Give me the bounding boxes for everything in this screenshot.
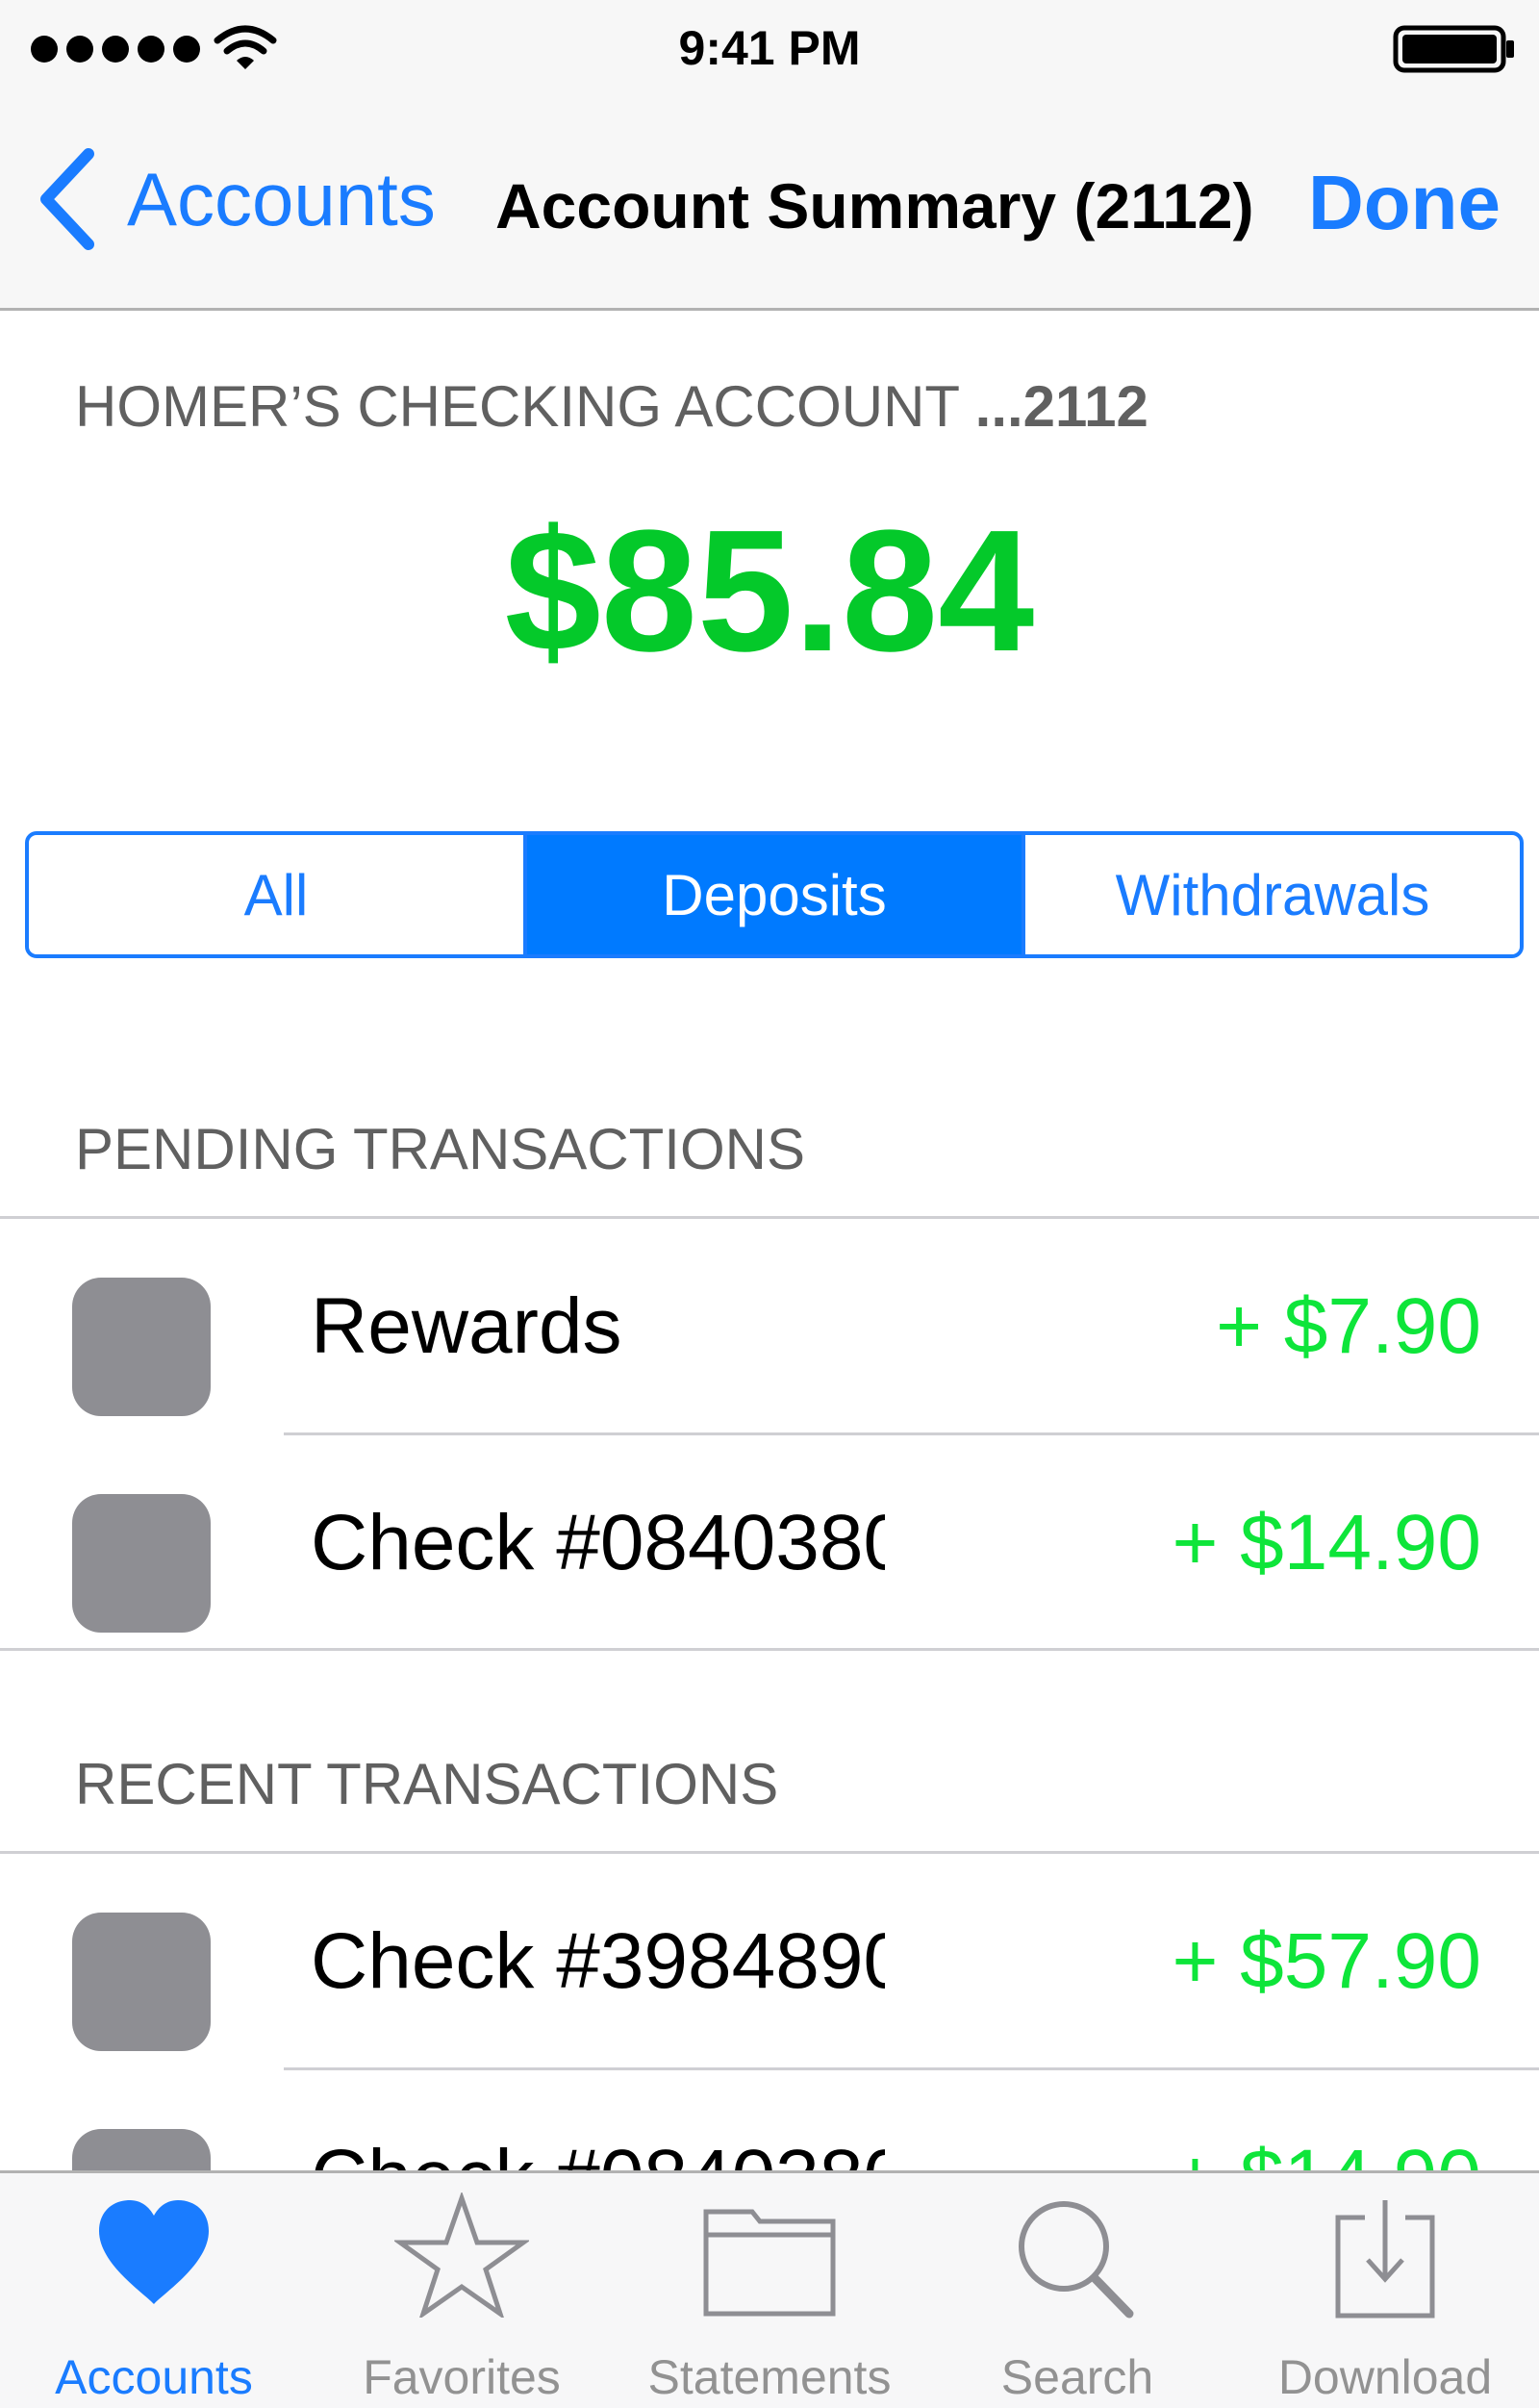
segment-all[interactable]: All xyxy=(29,835,523,954)
segment-deposits[interactable]: Deposits xyxy=(523,835,1022,954)
status-bar: 9:41 PM xyxy=(0,0,1539,96)
tab-label: Statements xyxy=(647,2350,892,2404)
back-button-label: Accounts xyxy=(127,157,436,241)
transaction-row[interactable]: Rewards + $7.90 xyxy=(0,1219,1539,1434)
transaction-label: Check #08403800 xyxy=(311,1499,885,1586)
transaction-icon xyxy=(72,1494,211,1633)
transaction-filter-segmented-control: All Deposits Withdrawals xyxy=(25,831,1524,958)
star-icon xyxy=(394,2193,529,2318)
page-title: Account Summary (2112) xyxy=(495,170,1254,241)
navigation-bar: Accounts Account Summary (2112) Done xyxy=(0,96,1539,311)
status-time: 9:41 PM xyxy=(678,21,861,75)
tab-favorites[interactable]: Favorites xyxy=(308,2173,616,2408)
transaction-row[interactable]: Check #08403800 + $14.90 xyxy=(0,1435,1539,1651)
transaction-label: Rewards xyxy=(311,1282,622,1370)
pending-section-header: PENDING TRANSACTIONS xyxy=(75,1117,805,1181)
tab-bar: Accounts Favorites Statements Search Dow… xyxy=(0,2170,1539,2408)
tab-statements[interactable]: Statements xyxy=(616,2173,923,2408)
divider xyxy=(0,1648,1539,1651)
heart-icon xyxy=(99,2200,209,2304)
recent-section-header: RECENT TRANSACTIONS xyxy=(75,1752,779,1816)
tab-label: Search xyxy=(1000,2350,1154,2404)
segment-withdrawals[interactable]: Withdrawals xyxy=(1022,835,1520,954)
download-icon xyxy=(1335,2200,1435,2319)
tab-search[interactable]: Search xyxy=(923,2173,1231,2408)
transaction-row[interactable]: Check #39848900 + $57.90 xyxy=(0,1854,1539,2069)
transaction-amount: + $7.90 xyxy=(1216,1282,1481,1370)
transaction-label: Check #39848900 xyxy=(311,1917,885,2005)
transaction-amount: + $57.90 xyxy=(1172,1917,1481,2005)
account-balance: $85.84 xyxy=(504,494,1035,688)
transaction-icon xyxy=(72,1913,211,2051)
account-name: HOMER’S CHECKING ACCOUNT ...2112 xyxy=(75,373,1148,441)
tab-label: Favorites xyxy=(363,2350,561,2404)
transaction-amount: + $14.90 xyxy=(1172,1499,1481,1586)
back-button[interactable]: Accounts xyxy=(37,146,436,252)
done-button[interactable]: Done xyxy=(1308,160,1501,246)
tab-label: Accounts xyxy=(55,2350,253,2404)
tab-download[interactable]: Download xyxy=(1231,2173,1539,2408)
search-icon xyxy=(1019,2201,1134,2319)
account-name-text: HOMER’S CHECKING ACCOUNT xyxy=(75,374,959,439)
chevron-left-icon xyxy=(40,148,94,250)
transaction-icon xyxy=(72,1278,211,1416)
folder-icon xyxy=(703,2209,836,2317)
account-number-suffix: ...2112 xyxy=(974,374,1148,439)
battery-icon xyxy=(1393,25,1514,73)
tab-label: Download xyxy=(1277,2350,1493,2404)
tab-accounts[interactable]: Accounts xyxy=(0,2173,308,2408)
